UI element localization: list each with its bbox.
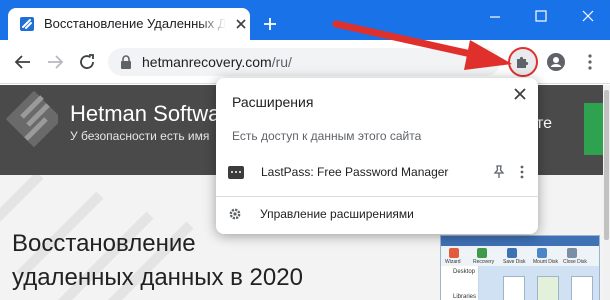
screenshot-file	[537, 276, 559, 300]
lock-icon[interactable]	[120, 55, 132, 69]
profile-icon[interactable]	[546, 52, 566, 72]
reload-icon[interactable]	[78, 53, 96, 71]
screenshot-tool-label: Recovery	[473, 259, 495, 265]
popup-title: Расширения	[232, 94, 314, 110]
recovery-icon	[477, 248, 487, 258]
annotation-arrow	[332, 20, 512, 70]
save-disk-icon	[507, 248, 517, 258]
extension-item-lastpass[interactable]: LastPass: Free Password Manager	[216, 156, 538, 188]
mount-disk-icon	[537, 248, 547, 258]
screenshot-tool-label: Mount Disk	[533, 259, 559, 265]
site-access-heading: Есть доступ к данным этого сайта	[232, 129, 422, 143]
screenshot-tool-label: Save Disk	[503, 259, 526, 265]
menu-icon[interactable]	[580, 52, 600, 72]
hero-line-2: удаленных данных в 2020	[12, 264, 303, 291]
screenshot-file	[571, 276, 593, 300]
screenshot-file	[503, 276, 525, 300]
manage-extensions-label: Управление расширениями	[260, 207, 414, 221]
close-disk-icon	[567, 248, 577, 258]
brand-tagline: У безопасности есть имя	[70, 129, 210, 143]
extensions-popup: Расширения Есть доступ к данным этого са…	[216, 78, 538, 234]
cta-button[interactable]	[584, 103, 603, 155]
screenshot-tool-label: Close Disk	[563, 259, 587, 265]
window-close-icon[interactable]	[580, 8, 596, 24]
header-nav-text[interactable]: те	[536, 115, 552, 133]
extension-name: LastPass: Free Password Manager	[261, 165, 449, 179]
url-host: hetmanrecovery.com	[142, 54, 272, 70]
url-path: /ru/	[271, 54, 292, 70]
screenshot-tree-item: Desktop	[453, 269, 476, 275]
forward-icon[interactable]	[46, 53, 64, 71]
more-options-icon[interactable]	[518, 164, 526, 180]
close-icon[interactable]	[512, 86, 528, 102]
tab-title: Восстановление Удаленных Данных	[44, 16, 226, 31]
screenshot-tool-label: Wizard	[445, 259, 461, 265]
popup-divider	[216, 196, 538, 197]
plus-icon[interactable]	[262, 16, 278, 32]
pin-icon[interactable]	[492, 165, 506, 179]
url-text: hetmanrecovery.com/ru/	[142, 54, 292, 70]
gear-icon	[229, 208, 241, 220]
browser-tab[interactable]: Восстановление Удаленных Данных	[8, 8, 250, 40]
manage-extensions-link[interactable]: Управление расширениями	[216, 200, 538, 228]
product-screenshot: Wizard Recovery Save Disk Mount Disk Clo…	[440, 235, 600, 300]
back-icon[interactable]	[14, 53, 32, 71]
maximize-icon[interactable]	[533, 8, 549, 24]
screenshot-titlebar	[441, 236, 599, 246]
screenshot-tree-item: Libraries	[453, 294, 477, 300]
brand-name[interactable]: Hetman Software	[70, 101, 240, 127]
favicon-icon	[20, 17, 34, 31]
scrollbar-thumb[interactable]	[604, 90, 609, 240]
hetman-logo	[6, 91, 58, 148]
lastpass-icon	[228, 166, 244, 179]
close-icon[interactable]	[234, 17, 248, 31]
hero-heading: Восстановление удаленных данных в 2020	[12, 227, 303, 295]
wizard-icon	[449, 248, 459, 258]
